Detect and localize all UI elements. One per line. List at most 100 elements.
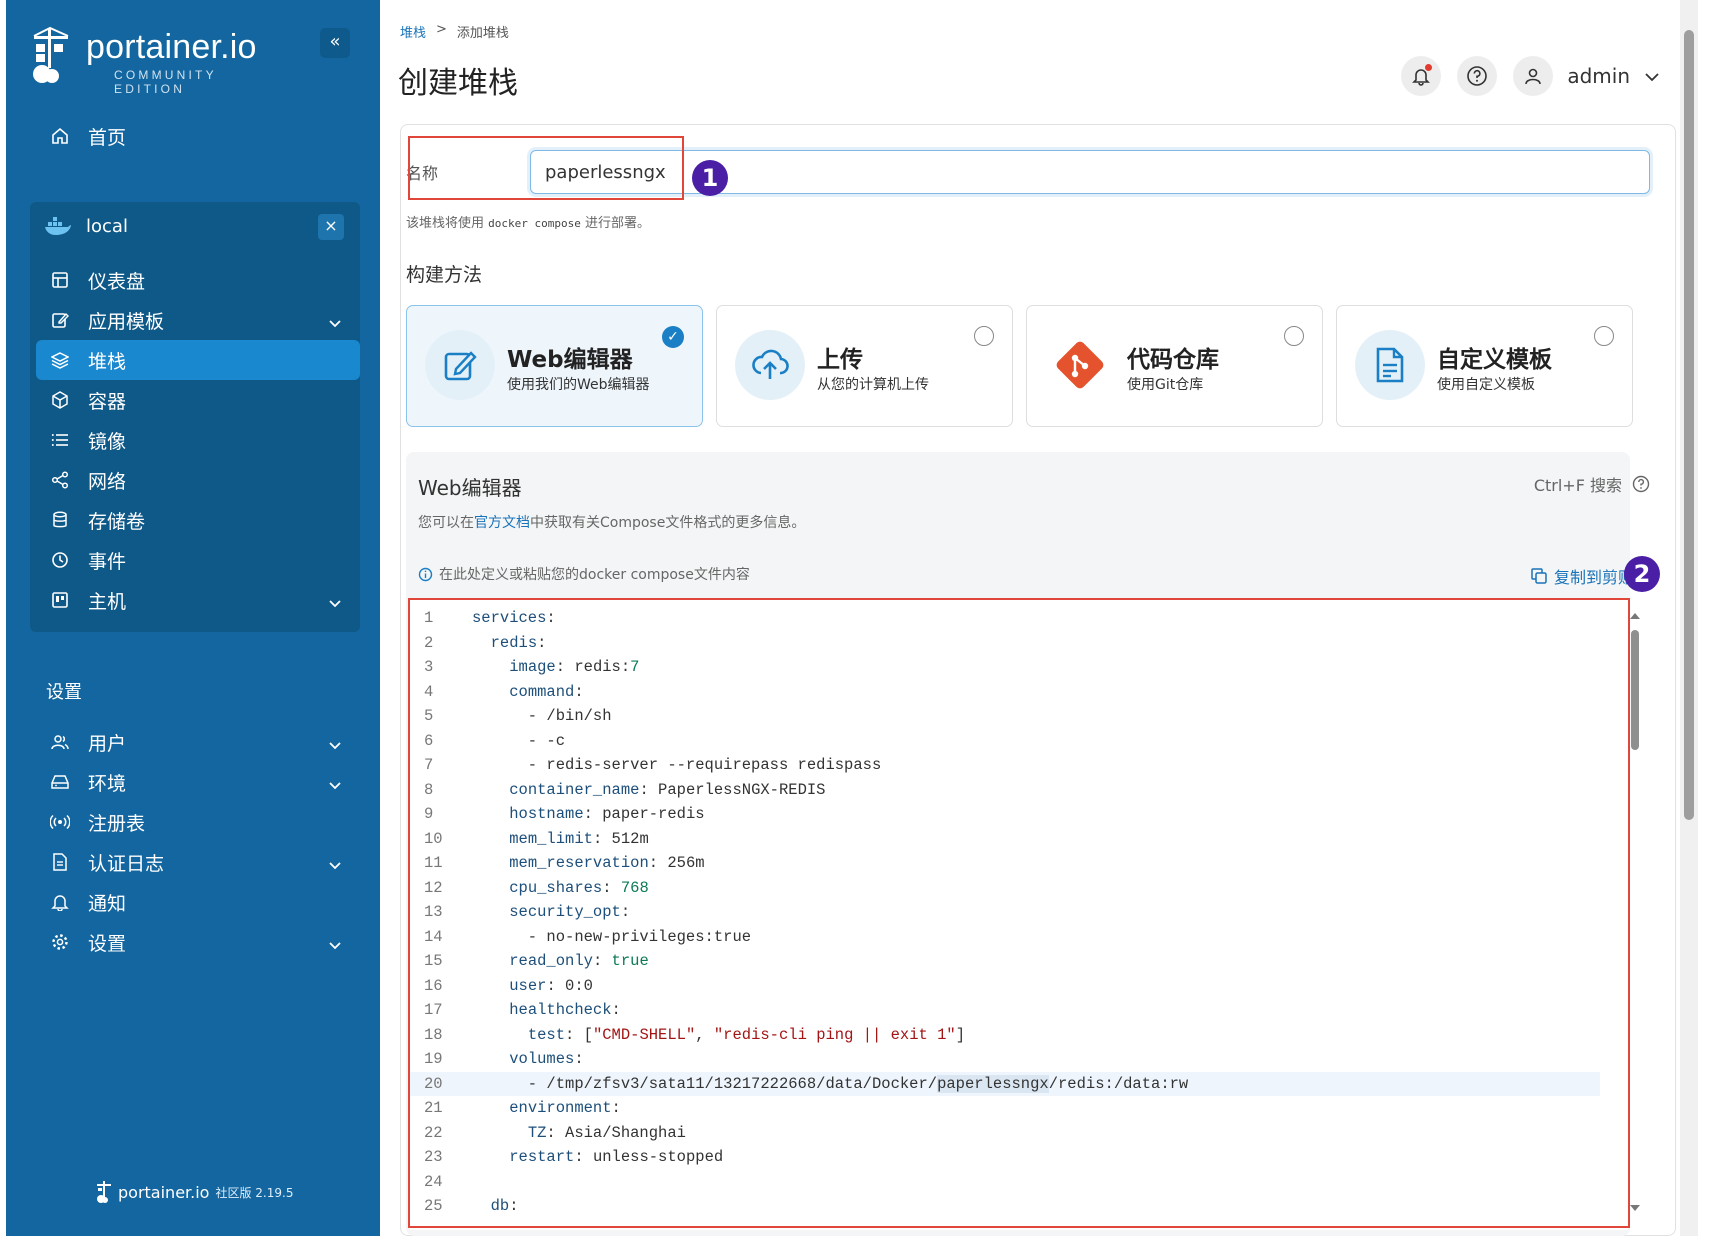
upload-cloud-icon (735, 330, 805, 400)
chevron-down-icon (328, 312, 342, 334)
method-upload[interactable]: 上传 从您的计算机上传 (716, 305, 1013, 427)
help-circle-icon (1467, 66, 1488, 86)
host-icon (50, 590, 70, 610)
main-content: 堆栈 > 添加堆栈 创建堆栈 admin 名称 paperlessngx 1 该… (380, 0, 1698, 1236)
method-web-editor[interactable]: Web编辑器 使用我们的Web编辑器 ✓ (406, 305, 703, 427)
annotation-box-1 (408, 136, 684, 200)
user-menu-chevron-icon[interactable] (1644, 67, 1660, 86)
box-icon (50, 390, 70, 410)
radio-icon (50, 812, 70, 832)
chevron-down-icon (328, 934, 342, 956)
method-subtitle: 使用Git仓库 (1127, 377, 1204, 393)
layers-icon (50, 350, 70, 370)
collapse-sidebar-button[interactable]: « (320, 28, 350, 58)
nav-notifications[interactable]: 通知 (36, 882, 360, 922)
nav-settings[interactable]: 设置 (36, 922, 360, 962)
page-scrollbar[interactable] (1680, 0, 1698, 1236)
build-method-title: 构建方法 (406, 264, 483, 286)
radio-button[interactable] (1284, 326, 1304, 346)
nav-events[interactable]: 事件 (36, 540, 360, 580)
checkmark-icon: ✓ (662, 326, 684, 348)
sidebar-footer: portainer.io 社区版 2.19.5 (96, 1180, 293, 1204)
nav-images[interactable]: 镜像 (36, 420, 360, 460)
environment-header[interactable]: local (30, 206, 360, 246)
editor-info: 在此处定义或粘贴您的docker compose文件内容 (418, 564, 750, 584)
edition-label: COMMUNITY EDITION (114, 68, 217, 96)
chevron-down-icon (328, 854, 342, 876)
editor-scrollbar[interactable] (1630, 612, 1640, 1212)
nav-dashboard-label: 仪表盘 (88, 270, 146, 293)
copy-to-clipboard-button[interactable]: 复制到剪贴 (1530, 564, 1634, 588)
nav-networks-label: 网络 (88, 470, 127, 493)
method-title: 上传 (817, 347, 863, 373)
nav-containers[interactable]: 容器 (36, 380, 360, 420)
nav-app-templates[interactable]: 应用模板 (36, 300, 360, 340)
radio-button[interactable] (1594, 326, 1614, 346)
chevron-down-icon (328, 592, 342, 614)
nav-stacks[interactable]: 堆栈 (36, 340, 360, 380)
breadcrumb-current: 添加堆栈 (456, 26, 509, 41)
method-custom-template[interactable]: 自定义模板 使用自定义模板 (1336, 305, 1633, 427)
hint-suffix: 进行部署。 (580, 216, 650, 231)
nav-containers-label: 容器 (88, 390, 127, 413)
nav-environments[interactable]: 环境 (36, 762, 360, 802)
docker-whale-icon (44, 216, 72, 236)
settings-section-title: 设置 (46, 682, 82, 703)
radio-button[interactable] (974, 326, 994, 346)
nav-registries[interactable]: 注册表 (36, 802, 360, 842)
web-editor-title: Web编辑器 (418, 476, 522, 500)
user-icon (1525, 68, 1542, 85)
help-button[interactable] (1457, 56, 1498, 96)
sidebar: portainer.io COMMUNITY EDITION « 首页 loca… (6, 0, 380, 1236)
environment-name: local (86, 215, 128, 237)
environment-close-button[interactable]: × (318, 214, 344, 240)
page-scroll-thumb[interactable] (1684, 30, 1694, 820)
nav-home[interactable]: 首页 (36, 116, 360, 156)
share-icon (50, 470, 70, 490)
help-circle-icon[interactable] (1632, 475, 1650, 493)
home-icon (50, 126, 70, 146)
portainer-crane-icon (97, 1181, 111, 1203)
nav-users-label: 用户 (88, 732, 127, 755)
app-window: portainer.io COMMUNITY EDITION « 首页 loca… (0, 0, 1715, 1236)
nav-volumes[interactable]: 存储卷 (36, 500, 360, 540)
desc-prefix: 您可以在 (418, 515, 474, 531)
annotation-badge-1: 1 (692, 160, 728, 196)
portainer-logo[interactable]: portainer.io COMMUNITY EDITION (30, 26, 290, 96)
desc-suffix: 中获取有关Compose文件格式的更多信息。 (530, 515, 806, 531)
method-subtitle: 从您的计算机上传 (817, 377, 929, 393)
nav-users[interactable]: 用户 (36, 722, 360, 762)
edit-icon (425, 330, 495, 400)
editor-scroll-thumb[interactable] (1631, 630, 1639, 750)
git-icon (1045, 330, 1115, 400)
gear-icon (50, 932, 70, 952)
nav-dashboard[interactable]: 仪表盘 (36, 260, 360, 300)
nav-stacks-label: 堆栈 (88, 350, 127, 373)
notifications-button[interactable] (1401, 56, 1442, 96)
scroll-down-icon[interactable] (1630, 1204, 1640, 1212)
nav-auth-logs[interactable]: 认证日志 (36, 842, 360, 882)
user-name[interactable]: admin (1567, 64, 1630, 88)
breadcrumb-stacks-link[interactable]: 堆栈 (400, 22, 426, 41)
nav-images-label: 镜像 (88, 430, 127, 453)
breadcrumb: 堆栈 > 添加堆栈 (400, 22, 509, 41)
method-title: 自定义模板 (1437, 347, 1552, 373)
clock-icon (50, 550, 70, 570)
search-shortcut-label: Ctrl+F 搜索 (1533, 476, 1622, 495)
hint-code: docker compose (488, 217, 581, 230)
official-docs-link[interactable]: 官方文档 (474, 515, 530, 531)
nav-app-templates-label: 应用模板 (88, 310, 165, 333)
user-avatar[interactable] (1513, 56, 1554, 96)
footer-version: 社区版 2.19.5 (215, 1185, 294, 1200)
portainer-crane-icon (33, 26, 69, 83)
scroll-up-icon[interactable] (1630, 612, 1640, 620)
copy-label: 复制到剪贴 (1553, 568, 1634, 587)
nav-auth-logs-label: 认证日志 (88, 852, 165, 875)
nav-events-label: 事件 (88, 550, 127, 573)
method-repository[interactable]: 代码仓库 使用Git仓库 (1026, 305, 1323, 427)
chevron-down-icon (328, 774, 342, 796)
nav-host[interactable]: 主机 (36, 580, 360, 620)
nav-networks[interactable]: 网络 (36, 460, 360, 500)
nav-volumes-label: 存储卷 (88, 510, 146, 533)
hard-drive-icon (50, 772, 70, 792)
